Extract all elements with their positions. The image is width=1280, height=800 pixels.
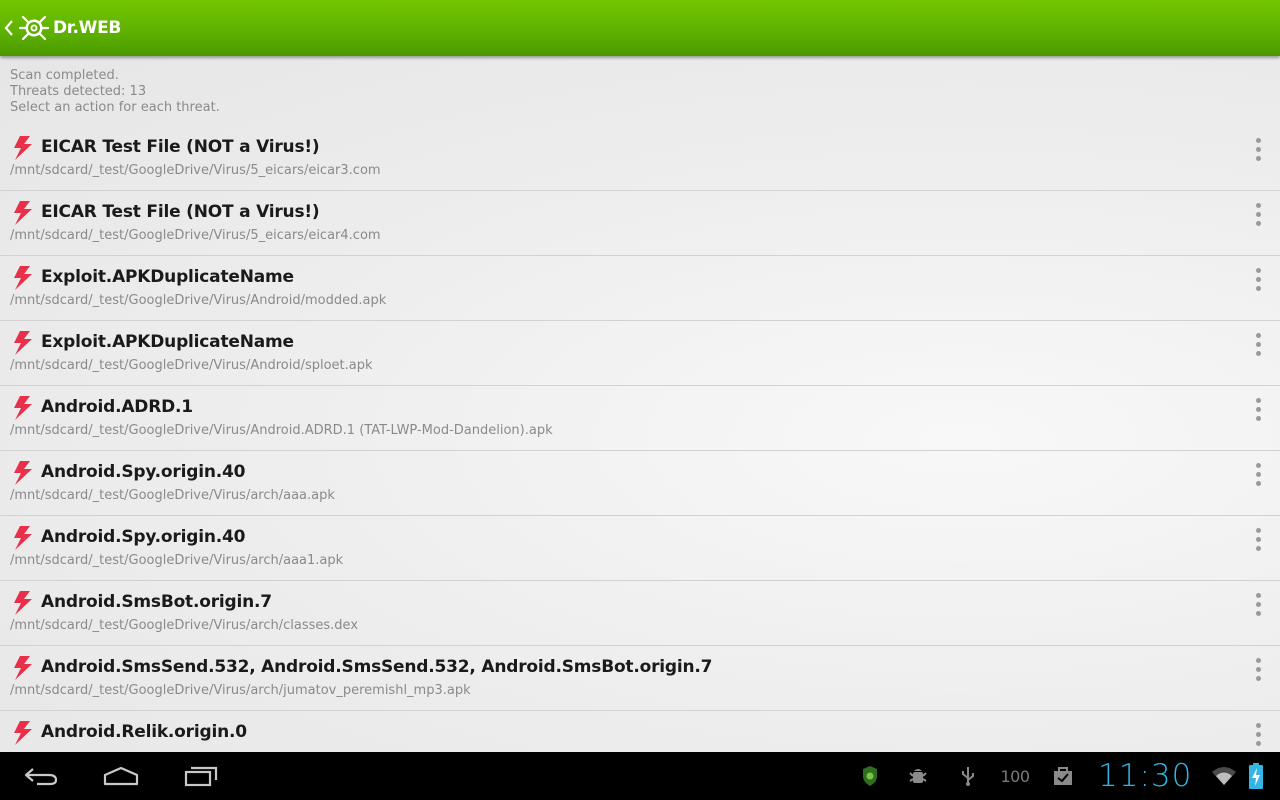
threat-row[interactable]: Android.ADRD.1 /mnt/sdcard/_test/GoogleD… [0,386,1280,451]
lightning-bolt-icon [11,395,33,421]
threat-name: Android.ADRD.1 [41,397,193,417]
threat-row[interactable]: Android.Spy.origin.40 /mnt/sdcard/_test/… [0,451,1280,516]
threat-list: EICAR Test File (NOT a Virus!) /mnt/sdca… [0,126,1280,752]
home-up-button[interactable]: Dr.WEB [0,0,140,56]
home-icon[interactable] [96,752,146,800]
lightning-bolt-icon [11,330,33,356]
overflow-menu-icon[interactable] [1246,524,1270,554]
threat-path: /mnt/sdcard/_test/GoogleDrive/Virus/Andr… [10,358,373,373]
battery-level-text: 100 [1000,766,1030,786]
threat-row[interactable]: EICAR Test File (NOT a Virus!) /mnt/sdca… [0,191,1280,256]
threat-name: Exploit.APKDuplicateName [41,267,294,287]
threat-row[interactable]: Android.Relik.origin.0 [0,711,1280,752]
threat-row[interactable]: Android.SmsBot.origin.7 /mnt/sdcard/_tes… [0,581,1280,646]
battery-charging-icon[interactable] [1246,752,1266,800]
overflow-menu-icon[interactable] [1246,654,1270,684]
app-title: Dr.WEB [53,18,122,38]
threat-path: /mnt/sdcard/_test/GoogleDrive/Virus/arch… [10,488,335,503]
lightning-bolt-icon [11,720,33,746]
threat-row[interactable]: Android.SmsSend.532, Android.SmsSend.532… [0,646,1280,711]
overflow-menu-icon[interactable] [1246,589,1270,619]
overflow-menu-icon[interactable] [1246,394,1270,424]
system-nav-bar: 100 11:30 [0,752,1280,800]
usb-icon[interactable] [956,752,980,800]
action-bar: Dr.WEB [0,0,1280,56]
threat-name: EICAR Test File (NOT a Virus!) [41,202,320,222]
threat-name: Android.Spy.origin.40 [41,462,246,482]
wifi-icon[interactable] [1210,752,1238,800]
lightning-bolt-icon [11,265,33,291]
overflow-menu-icon[interactable] [1246,329,1270,359]
app-window: Dr.WEB Scan completed. Threats detected:… [0,0,1280,800]
drweb-spider-icon [17,11,51,45]
lightning-bolt-icon [11,200,33,226]
threat-path: /mnt/sdcard/_test/GoogleDrive/Virus/5_ei… [10,163,381,178]
overflow-menu-icon[interactable] [1246,199,1270,229]
recent-apps-icon[interactable] [176,752,226,800]
scan-summary: Scan completed. Threats detected: 13 Sel… [0,56,1280,118]
scan-results: Scan completed. Threats detected: 13 Sel… [0,56,1280,752]
threat-count-text: Threats detected: 13 [10,84,147,99]
android-debug-icon[interactable] [906,752,930,800]
threat-path: /mnt/sdcard/_test/GoogleDrive/Virus/arch… [10,618,359,633]
threat-row[interactable]: Exploit.APKDuplicateName /mnt/sdcard/_te… [0,321,1280,386]
drweb-shield-icon[interactable] [858,752,882,800]
threat-name: Android.Spy.origin.40 [41,527,246,547]
lightning-bolt-icon [11,525,33,551]
threat-path: /mnt/sdcard/_test/GoogleDrive/Virus/Andr… [10,423,553,438]
threat-name: EICAR Test File (NOT a Virus!) [41,137,320,157]
overflow-menu-icon[interactable] [1246,134,1270,164]
overflow-menu-icon[interactable] [1246,264,1270,294]
threat-row[interactable]: EICAR Test File (NOT a Virus!) /mnt/sdca… [0,126,1280,191]
scan-status-text: Scan completed. [10,68,119,83]
threat-path: /mnt/sdcard/_test/GoogleDrive/Virus/Andr… [10,293,387,308]
instruction-text: Select an action for each threat. [10,100,220,115]
shopping-bag-icon[interactable] [1050,752,1076,800]
threat-path: /mnt/sdcard/_test/GoogleDrive/Virus/arch… [10,553,344,568]
back-icon[interactable] [16,752,66,800]
lightning-bolt-icon [11,655,33,681]
chevron-left-icon [3,0,15,56]
overflow-menu-icon[interactable] [1246,459,1270,489]
lightning-bolt-icon [11,135,33,161]
threat-path: /mnt/sdcard/_test/GoogleDrive/Virus/5_ei… [10,228,381,243]
threat-name: Android.Relik.origin.0 [41,722,247,742]
threat-name: Android.SmsSend.532, Android.SmsSend.532… [41,657,713,677]
threat-row[interactable]: Android.Spy.origin.40 /mnt/sdcard/_test/… [0,516,1280,581]
lightning-bolt-icon [11,590,33,616]
threat-path: /mnt/sdcard/_test/GoogleDrive/Virus/arch… [10,683,471,698]
threat-name: Android.SmsBot.origin.7 [41,592,272,612]
threat-name: Exploit.APKDuplicateName [41,332,294,352]
lightning-bolt-icon [11,460,33,486]
threat-row[interactable]: Exploit.APKDuplicateName /mnt/sdcard/_te… [0,256,1280,321]
clock[interactable]: 11:30 [1098,752,1192,800]
overflow-menu-icon[interactable] [1246,719,1270,749]
